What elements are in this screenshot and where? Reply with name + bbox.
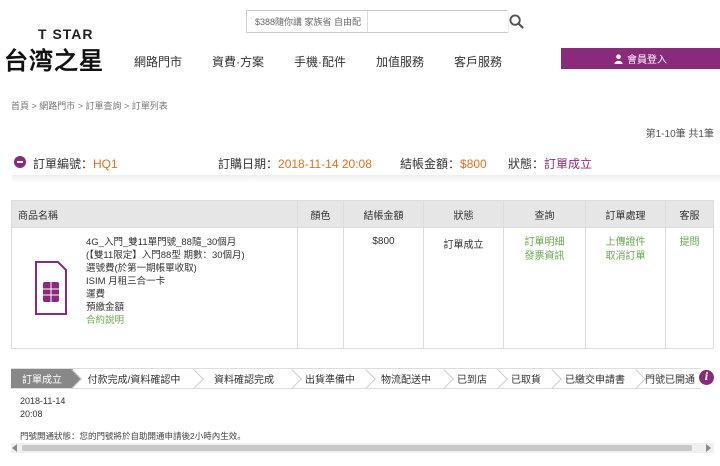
col-process: 訂單處理 bbox=[585, 200, 666, 228]
table-row: 4G_入門_雙11單門號_88隨_30個月 (【雙11限定】入門88型 期數：3… bbox=[11, 227, 714, 349]
product-details: 4G_入門_雙11單門號_88隨_30個月 (【雙11限定】入門88型 期數：3… bbox=[86, 236, 245, 327]
step-data-confirmed: 資料確認完成 bbox=[195, 368, 302, 389]
color-cell bbox=[297, 227, 344, 349]
nav-item-plans[interactable]: 資費·方案 bbox=[212, 53, 264, 70]
product-line: 選號費(於第一期帳單收取) bbox=[86, 263, 197, 274]
step-order-created: 訂單成立 bbox=[11, 368, 82, 389]
table-header-row: 商品名稱 顏色 結帳金額 狀態 查詢 訂單處理 客服 bbox=[11, 200, 714, 228]
col-amount: 結帳金額 bbox=[343, 200, 424, 228]
order-date: 訂購日期：2018-11-14 20:08 bbox=[218, 157, 372, 171]
order-amount: 結帳金額：$800 bbox=[400, 157, 487, 171]
search-icon bbox=[509, 14, 524, 29]
col-product: 商品名稱 bbox=[11, 200, 298, 228]
scrollbar-thumb[interactable] bbox=[22, 445, 692, 451]
order-items-table: 商品名稱 顏色 結帳金額 狀態 查詢 訂單處理 客服 4G_入門_雙11單門號_… bbox=[11, 200, 714, 349]
product-line: ISIM 月租三合一卡 bbox=[86, 276, 166, 287]
activation-notice: 門號開通狀態：您的門號將於自助開通申請後2小時內生效。 bbox=[20, 431, 246, 441]
order-progress-steps: 訂單成立 付款完成/資料確認中 資料確認完成 出貨準備中 物流配送中 已到店 已… bbox=[11, 368, 701, 389]
search-button[interactable] bbox=[508, 11, 525, 32]
product-line: 預繳金額 bbox=[86, 302, 125, 313]
col-query: 查詢 bbox=[503, 200, 586, 228]
product-line: 4G_入門_雙11單門號_88隨_30個月 bbox=[86, 237, 237, 248]
col-service: 客服 bbox=[665, 200, 714, 228]
search-box: $388隨你講 家族省 自由配 bbox=[246, 10, 525, 33]
nav-item-value-added[interactable]: 加值服務 bbox=[376, 53, 424, 70]
search-input[interactable] bbox=[368, 11, 509, 32]
nav-item-phones[interactable]: 手機·配件 bbox=[294, 53, 346, 70]
scroll-left-icon[interactable] bbox=[12, 444, 17, 452]
step-preparing-shipment: 出貨準備中 bbox=[293, 368, 376, 389]
col-status: 狀態 bbox=[423, 200, 504, 228]
upload-id-link[interactable]: 上傳證件 bbox=[586, 236, 665, 250]
order-status: 狀態：訂單成立 bbox=[508, 157, 593, 171]
status-cell: 訂單成立 bbox=[423, 227, 504, 349]
step-timestamp: 2018-11-14 20:08 bbox=[20, 396, 66, 419]
breadcrumb: 首頁 > 網路門市 > 訂單查詢 > 訂單列表 bbox=[11, 101, 168, 111]
pager-info: 第1-10筆 共1筆 bbox=[645, 129, 714, 140]
invoice-info-link[interactable]: 發票資訊 bbox=[504, 250, 585, 264]
product-cell: 4G_入門_雙11單門號_88隨_30個月 (【雙11限定】入門88型 期數：3… bbox=[11, 227, 298, 349]
user-icon bbox=[614, 53, 623, 64]
cancel-order-link[interactable]: 取消訂單 bbox=[586, 250, 665, 264]
ask-question-link[interactable]: 提問 bbox=[666, 236, 713, 250]
logo[interactable]: 台湾之星 bbox=[4, 41, 104, 76]
search-quick-links[interactable]: $388隨你講 家族省 自由配 bbox=[247, 11, 369, 32]
logo-top-text: T STAR bbox=[38, 26, 94, 42]
sim-card-icon bbox=[35, 261, 67, 315]
service-cell: 提問 bbox=[665, 227, 714, 349]
order-divider bbox=[12, 175, 720, 183]
order-detail-link[interactable]: 訂單明細 bbox=[504, 236, 585, 250]
contract-link[interactable]: 合約說明 bbox=[86, 314, 245, 327]
scroll-right-icon[interactable] bbox=[706, 444, 711, 452]
info-icon[interactable]: i bbox=[699, 370, 714, 385]
step-in-delivery: 物流配送中 bbox=[367, 368, 454, 389]
member-login-button[interactable]: 會員登入 bbox=[561, 48, 720, 69]
product-line: 運費 bbox=[86, 289, 106, 300]
process-cell: 上傳證件 取消訂單 bbox=[585, 227, 666, 349]
main-nav: 網路門市 資費·方案 手機·配件 加值服務 客戶服務 bbox=[134, 53, 532, 70]
step-payment-complete: 付款完成/資料確認中 bbox=[73, 368, 204, 389]
col-color: 顏色 bbox=[297, 200, 344, 228]
step-form-submitted: 已繳交申請書 bbox=[553, 368, 646, 389]
query-cell: 訂單明細 發票資訊 bbox=[503, 227, 586, 349]
nav-item-online-store[interactable]: 網路門市 bbox=[134, 53, 182, 70]
order-number: 訂單編號：HQ1 bbox=[33, 157, 118, 171]
step-number-activated: 門號已開通 bbox=[637, 368, 701, 389]
order-number-value: HQ1 bbox=[93, 157, 118, 171]
login-label: 會員登入 bbox=[627, 55, 667, 66]
collapse-icon[interactable] bbox=[14, 156, 26, 168]
product-line: (【雙11限定】入門88型 期數：30個月) bbox=[86, 250, 245, 261]
nav-item-customer-service[interactable]: 客戶服務 bbox=[454, 53, 502, 70]
amount-cell: $800 bbox=[343, 227, 424, 349]
